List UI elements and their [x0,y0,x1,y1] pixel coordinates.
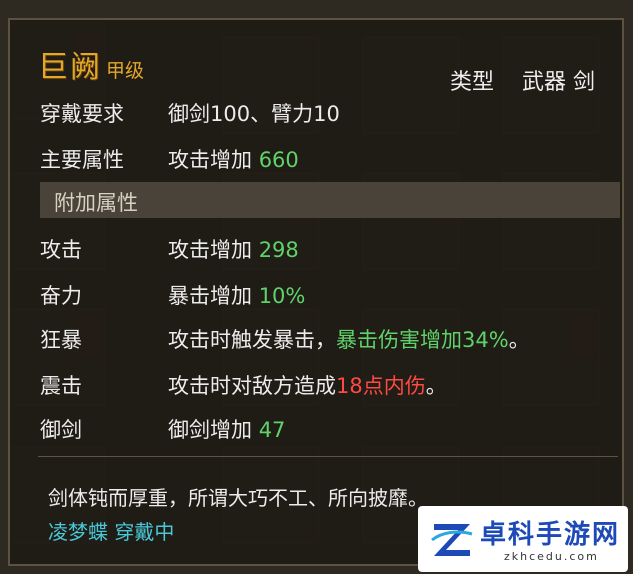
sword-value: 御剑增加 47 [168,414,285,444]
item-type-value: 武器 剑 [522,70,595,95]
divider [38,456,618,457]
item-title-row: 巨阙 甲级 [38,42,145,85]
skill-row: 震击 攻击时对敌方造成18点内伤。 [10,366,622,402]
sword-text: 御剑增加 [168,418,259,442]
attribute-number: 298 [258,238,299,262]
requirement-row: 穿戴要求 御剑100、臂力10 [10,94,622,130]
skill-text: 攻击时触发暴击， [168,328,336,352]
item-type-label: 类型 [450,70,495,95]
requirement-value: 御剑100、臂力10 [168,102,340,126]
attribute-label: 攻击 [40,238,82,262]
skill-label: 狂暴 [40,328,82,352]
skill-description: 攻击时触发暴击，暴击伤害增加34%。 [168,324,530,354]
watermark-logo: 卓科手游网 zkhcedu.com [418,506,628,572]
attribute-value: 攻击增加 298 [168,234,299,264]
requirement-label: 穿戴要求 [40,102,124,126]
main-attribute-value: 攻击增加 660 [168,144,299,174]
skill-text: 攻击时对敌方造成 [168,374,336,398]
attribute-row: 奋力 暴击增加 10% [10,276,622,312]
item-tooltip: 巨阙 甲级 类型 武器 剑 穿戴要求 御剑100、臂力10 主要属性 攻击增加 … [8,18,624,566]
item-name: 巨阙 [38,50,102,85]
sword-number: 47 [258,418,286,442]
sword-label: 御剑 [40,418,82,442]
main-attribute-label: 主要属性 [40,148,124,172]
equipped-by-label: 凌梦蝶 穿戴中 [48,520,175,544]
skill-row: 狂暴 攻击时触发暴击，暴击伤害增加34%。 [10,320,622,356]
skill-label: 震击 [40,374,82,398]
main-attribute-number: 660 [258,148,299,172]
skill-highlight: 18点内伤 [336,374,426,398]
watermark-url: zkhcedu.com [504,550,599,563]
attribute-number: 10% [258,284,306,308]
attribute-text: 暴击增加 [168,284,259,308]
extra-attributes-header: 附加属性 [40,182,620,218]
attribute-row: 攻击 攻击增加 298 [10,230,622,266]
skill-tail: 。 [425,374,447,398]
skill-highlight: 暴击伤害增加34% [336,328,509,352]
skill-tail: 。 [508,328,530,352]
attribute-text: 攻击增加 [168,238,259,262]
item-description: 剑体钝而厚重，所谓大巧不工、所向披靡。 [48,486,428,510]
attribute-value: 暴击增加 10% [168,280,305,310]
skill-description: 攻击时对敌方造成18点内伤。 [168,370,447,400]
item-grade: 甲级 [106,60,145,82]
attribute-label: 奋力 [40,284,82,308]
watermark-name: 卓科手游网 [480,520,621,550]
main-attribute-row: 主要属性 攻击增加 660 [10,140,622,176]
z-logo-icon [431,524,473,556]
extra-attributes-title: 附加属性 [54,191,138,215]
sword-attribute-row: 御剑 御剑增加 47 [10,410,622,446]
main-attribute-text: 攻击增加 [168,148,259,172]
